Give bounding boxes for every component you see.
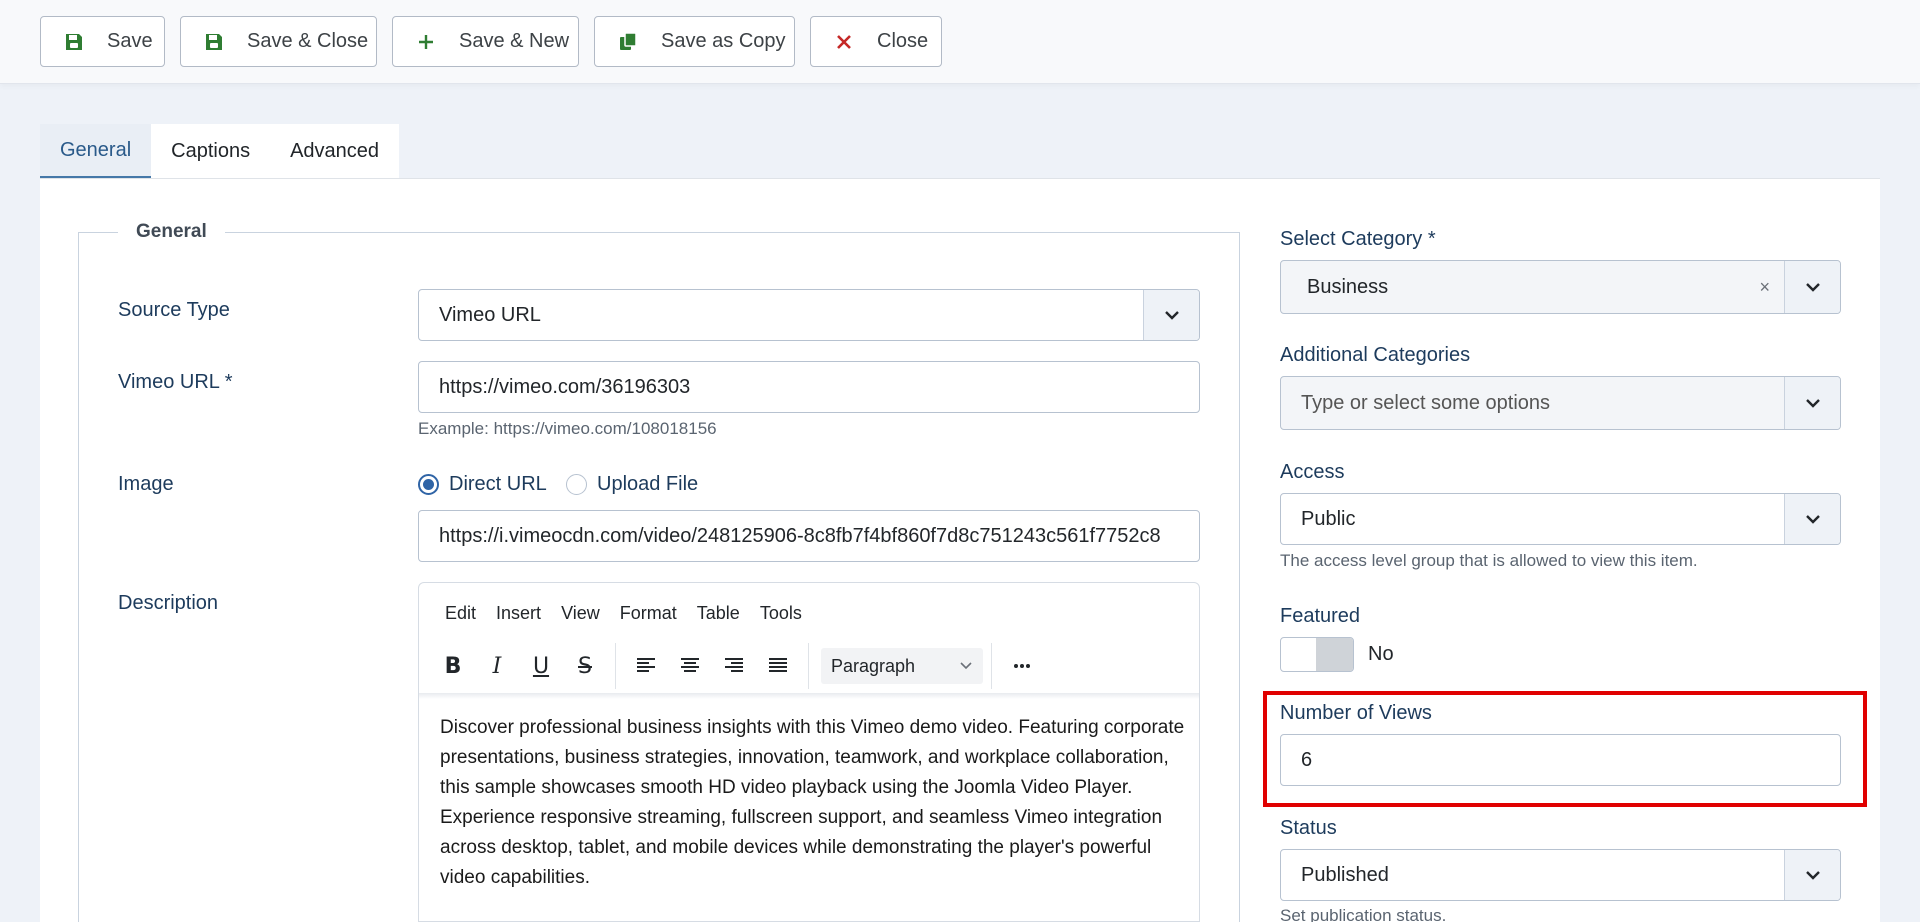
radio-checked-icon <box>418 474 439 495</box>
additional-categories-placeholder: Type or select some options <box>1301 391 1551 414</box>
underline-icon[interactable]: U <box>519 646 563 686</box>
source-type-label: Source Type <box>118 299 230 321</box>
close-icon <box>833 31 855 53</box>
radio-upload-file[interactable]: Upload File <box>566 473 698 496</box>
tab-advanced[interactable]: Advanced <box>270 124 400 179</box>
italic-icon[interactable]: I <box>475 646 519 686</box>
align-right-icon[interactable] <box>712 646 756 686</box>
chevron-down-icon <box>959 656 973 677</box>
featured-toggle[interactable] <box>1280 637 1354 672</box>
floppy-disk-icon <box>203 31 225 53</box>
editor-toolbar: B I U S Paragraph <box>431 643 1044 689</box>
views-input[interactable]: 6 <box>1280 734 1841 786</box>
source-type-value: Vimeo URL <box>439 303 541 326</box>
bold-icon[interactable]: B <box>431 646 475 686</box>
general-legend: General <box>118 221 225 243</box>
menu-table[interactable]: Table <box>697 603 740 624</box>
save-new-button[interactable]: Save & New <box>392 16 579 67</box>
toolbar-separator <box>615 643 616 689</box>
vimeo-url-value: https://vimeo.com/36196303 <box>439 375 691 398</box>
access-label: Access <box>1280 461 1345 483</box>
block-format-value: Paragraph <box>831 655 916 676</box>
editor-content[interactable]: Discover professional business insights … <box>440 713 1190 893</box>
access-value: Public <box>1301 507 1356 530</box>
plus-icon <box>415 31 437 53</box>
clear-icon[interactable]: × <box>1759 277 1770 298</box>
block-format-select[interactable]: Paragraph <box>821 648 983 684</box>
align-left-icon[interactable] <box>624 646 668 686</box>
access-help: The access level group that is allowed t… <box>1280 551 1698 570</box>
status-value: Published <box>1301 863 1389 886</box>
tab-general[interactable]: General <box>40 124 152 179</box>
image-label: Image <box>118 473 174 495</box>
views-value: 6 <box>1301 748 1313 771</box>
image-url-value: https://i.vimeocdn.com/video/248125906-8… <box>439 524 1161 547</box>
toggle-knob <box>1316 638 1353 671</box>
toolbar: Save Save & Close Save & New Save as Cop… <box>0 0 1920 84</box>
status-help: Set publication status. <box>1280 906 1447 922</box>
align-center-icon[interactable] <box>668 646 712 686</box>
save-close-button[interactable]: Save & Close <box>180 16 377 67</box>
menu-tools[interactable]: Tools <box>760 603 802 624</box>
status-label: Status <box>1280 817 1337 839</box>
toolbar-separator <box>808 643 809 689</box>
vimeo-url-help: Example: https://vimeo.com/108018156 <box>418 419 717 438</box>
category-select[interactable]: Business × <box>1280 260 1841 314</box>
category-label: Select Category * <box>1280 228 1436 250</box>
floppy-disk-icon <box>63 31 85 53</box>
image-url-input[interactable]: https://i.vimeocdn.com/video/248125906-8… <box>418 510 1200 562</box>
strikethrough-icon[interactable]: S <box>563 646 607 686</box>
views-label: Number of Views <box>1280 702 1432 724</box>
menu-edit[interactable]: Edit <box>445 603 476 624</box>
chevron-down-icon <box>1784 494 1840 544</box>
save-button[interactable]: Save <box>40 16 165 67</box>
close-label: Close <box>877 30 929 52</box>
save-copy-label: Save as Copy <box>661 30 786 52</box>
chevron-down-icon <box>1143 290 1199 340</box>
description-label: Description <box>118 592 219 614</box>
additional-categories-label: Additional Categories <box>1280 344 1471 366</box>
menu-format[interactable]: Format <box>620 603 677 624</box>
save-label: Save <box>107 30 153 52</box>
chevron-down-icon <box>1784 850 1840 900</box>
menu-insert[interactable]: Insert <box>496 603 541 624</box>
featured-label: Featured <box>1280 605 1361 627</box>
vimeo-url-label: Vimeo URL * <box>118 371 233 393</box>
tab-bar: General Captions Advanced <box>40 124 400 179</box>
radio-upload-file-label: Upload File <box>597 473 699 495</box>
vimeo-url-input[interactable]: https://vimeo.com/36196303 <box>418 361 1200 413</box>
copy-icon <box>617 31 639 53</box>
toolbar-separator <box>991 643 992 689</box>
category-value: Business <box>1307 275 1389 298</box>
menu-view[interactable]: View <box>561 603 600 624</box>
save-as-copy-button[interactable]: Save as Copy <box>594 16 795 67</box>
save-new-label: Save & New <box>459 30 570 52</box>
tab-captions[interactable]: Captions <box>151 124 271 179</box>
chevron-down-icon <box>1784 377 1840 429</box>
chevron-down-icon <box>1784 261 1840 313</box>
align-justify-icon[interactable] <box>756 646 800 686</box>
editor-menubar: Edit Insert View Format Table Tools <box>445 603 802 624</box>
radio-direct-url-label: Direct URL <box>449 473 547 495</box>
source-type-select[interactable]: Vimeo URL <box>418 289 1200 341</box>
editor-toolbar-shadow <box>419 693 1199 699</box>
save-close-label: Save & Close <box>247 30 369 52</box>
status-select[interactable]: Published <box>1280 849 1841 901</box>
radio-direct-url[interactable]: Direct URL <box>418 473 547 496</box>
featured-value: No <box>1368 643 1394 665</box>
rich-text-editor: Edit Insert View Format Table Tools B I … <box>418 582 1200 922</box>
close-button[interactable]: Close <box>810 16 942 67</box>
more-options-icon[interactable] <box>1000 646 1044 686</box>
access-select[interactable]: Public <box>1280 493 1841 545</box>
additional-categories-select[interactable]: Type or select some options <box>1280 376 1841 430</box>
radio-unchecked-icon <box>566 474 587 495</box>
